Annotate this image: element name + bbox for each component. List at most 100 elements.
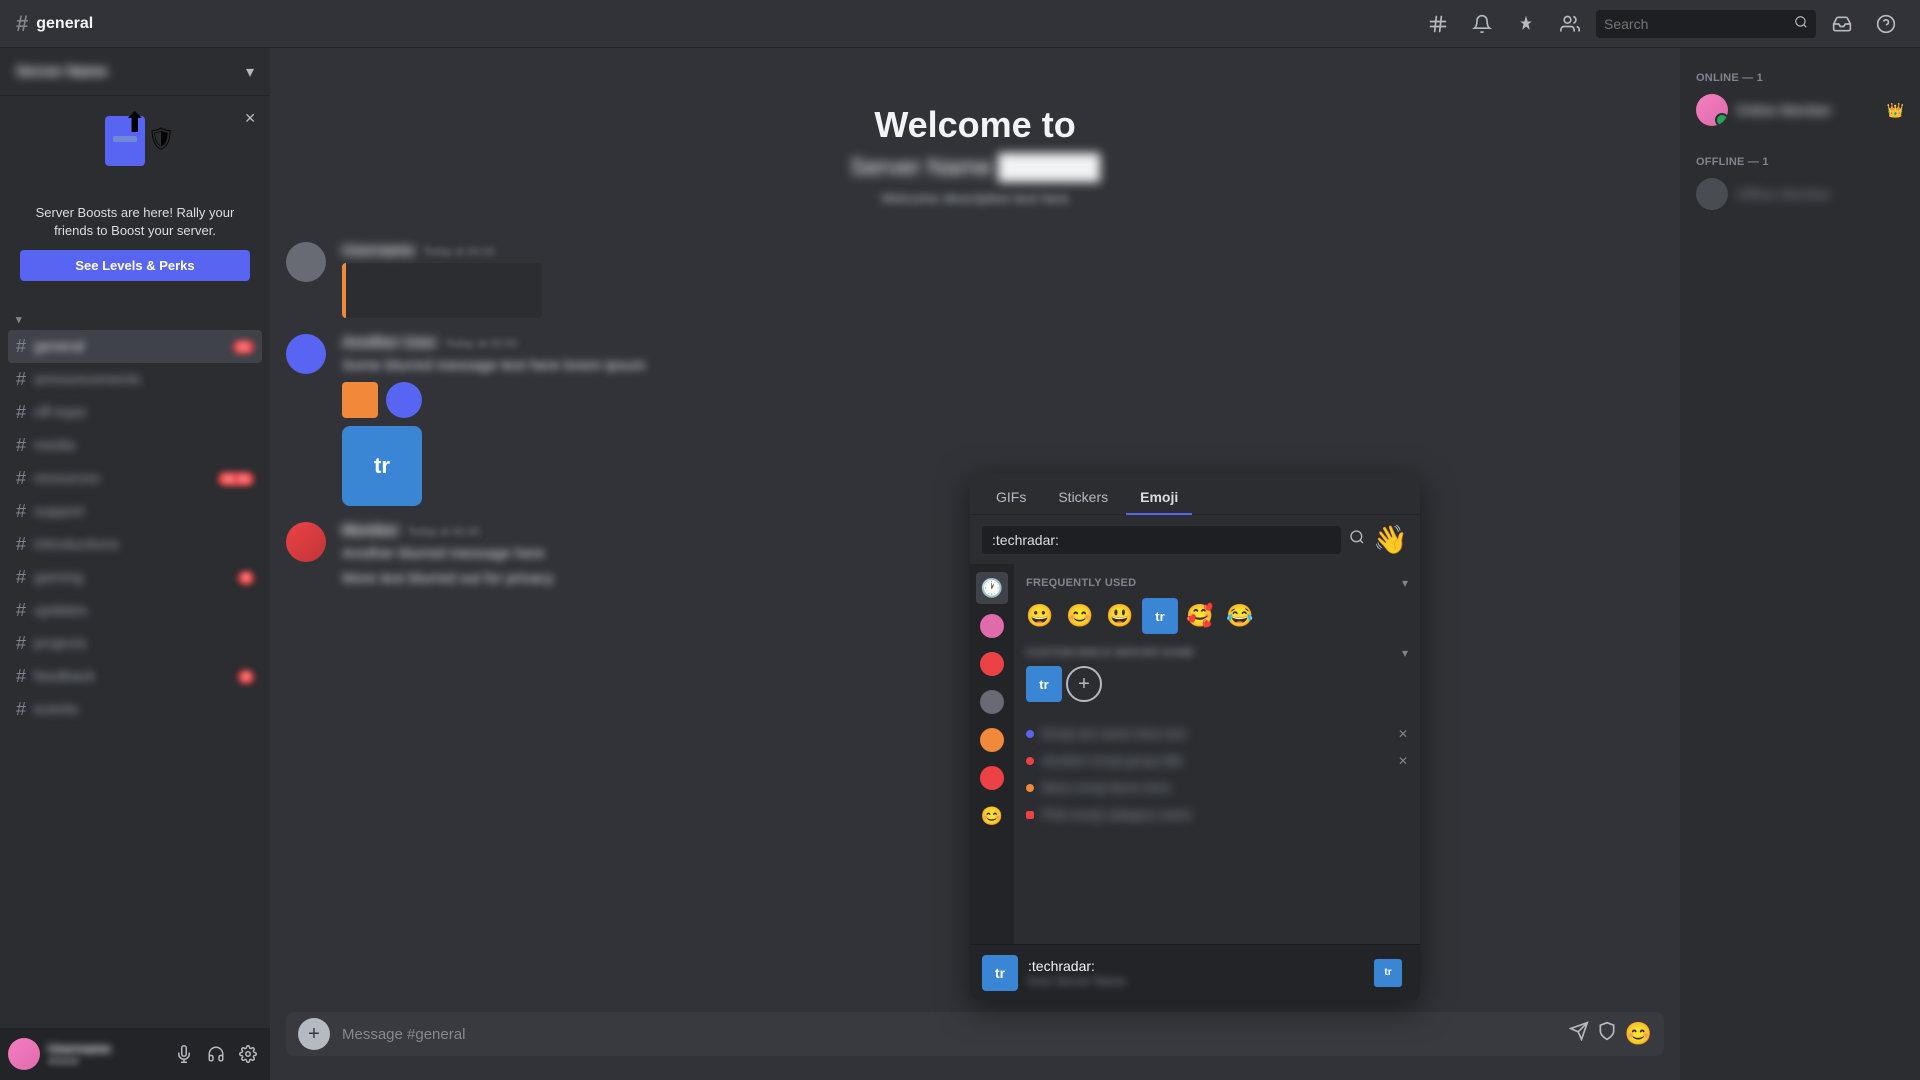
channel-item[interactable]: # updates [8,594,262,627]
channel-item-name: announcements [34,371,254,388]
boost-close-btn[interactable]: ✕ [244,110,256,127]
frequently-used-grid: 😀 😊 😃 tr 🥰 😂 [1022,598,1412,642]
right-sidebar: ONLINE — 1 Online Member 👑 OFFLINE — 1 O… [1680,48,1920,1080]
channel-item[interactable]: # introductions [8,528,262,561]
channel-header: # general [16,11,1420,37]
channel-hash-icon: # [16,435,26,456]
techradar-emoji-2[interactable]: tr [1026,666,1062,702]
message-header: Another User Today at 00:00 [342,334,1664,351]
channel-name: general [36,15,93,33]
message-avatar [286,242,326,282]
welcome-title: Welcome to [286,104,1664,146]
crown-icon: 👑 [1887,102,1904,119]
channel-item[interactable]: # events [8,693,262,726]
rocket-icon[interactable] [1569,1021,1589,1047]
emoji-cell[interactable]: 😂 [1222,598,1258,634]
server-header[interactable]: Server Name ▾ [0,48,270,96]
left-sidebar: Server Name ▾ ✕ ⬆ 🛡 Server Boosts are he… [0,48,270,1080]
emoji-sidebar-avatar-4[interactable] [976,724,1008,756]
channel-item-name: resources [34,470,210,487]
waving-hand-icon[interactable]: 👋 [1373,523,1408,556]
emoji-sidebar-avatar-5[interactable] [976,762,1008,794]
emoji-tab[interactable]: Emoji [1126,481,1192,515]
emoji-cell[interactable]: 😊 [1062,598,1098,634]
member-avatar [1696,94,1728,126]
search-input[interactable] [1604,16,1794,32]
shield-icon[interactable] [1597,1021,1617,1047]
channel-item[interactable]: # general 11 [8,330,262,363]
channel-item-name: introductions [34,536,254,553]
chat-input-box: + 😊 [286,1012,1664,1056]
channel-item[interactable]: # feedback 4 [8,660,262,693]
gifs-tab[interactable]: GIFs [982,481,1040,515]
channel-hash-icon: # [16,567,26,588]
inbox-icon-btn[interactable] [1824,6,1860,42]
custom-emoji-grid: tr + [1026,666,1408,710]
channel-item-name: off-topic [34,404,254,421]
message-input[interactable] [330,1026,1569,1043]
channel-item-name: feedback [34,668,230,685]
custom-chevron[interactable]: ▾ [1402,646,1408,660]
channel-badge: 11 [233,340,254,354]
channel-hash-icon: # [16,336,26,357]
channel-item[interactable]: # support [8,495,262,528]
channel-item[interactable]: # projects [8,627,262,660]
emoji-cell[interactable]: 😀 [1022,598,1058,634]
bell-icon-btn[interactable] [1464,6,1500,42]
message-emoji-reaction [386,382,422,418]
current-user-info: Username #0000 [48,1041,162,1068]
emoji-picker: GIFs Stickers Emoji 👋 [970,473,1420,1000]
member-item-online[interactable]: Online Member 👑 [1688,88,1912,132]
channel-item-name: gaming [34,569,230,586]
channel-badge: 4 [238,670,254,684]
emoji-search-row: 👋 [970,515,1420,564]
settings-btn[interactable] [234,1040,262,1068]
message-text: Some blurred message text here lorem ips… [342,355,1664,376]
emoji-clock-icon[interactable]: 🕐 [976,572,1008,604]
channel-item[interactable]: # media [8,429,262,462]
channel-hash-icon: # [16,699,26,720]
hashtag-icon-btn[interactable] [1420,6,1456,42]
channel-item[interactable]: # announcements [8,363,262,396]
emoji-sidebar-avatar-2[interactable] [976,648,1008,680]
message-emoji-reaction [342,382,378,418]
custom-emoji-section-1: Custom Emoji Server Name ▾ tr + [1022,642,1412,718]
member-name: Online Member [1736,102,1879,118]
emoji-preview: tr :techradar: from Server Name tr [970,944,1420,1000]
emoji-search-input[interactable] [982,526,1341,554]
attach-button[interactable]: + [298,1018,330,1050]
channel-hash-icon: # [16,11,28,37]
emoji-cell[interactable]: 😃 [1102,598,1138,634]
chat-input-area: + 😊 [270,1012,1680,1080]
help-icon-btn[interactable] [1868,6,1904,42]
members-icon-btn[interactable] [1552,6,1588,42]
member-item-offline[interactable]: Offline Member [1688,172,1912,216]
deafen-btn[interactable] [202,1040,230,1068]
add-emoji-btn[interactable]: + [1066,666,1102,702]
emoji-cell[interactable]: 🥰 [1182,598,1218,634]
boost-illustration: ⬆ 🛡 [20,116,250,196]
techradar-emoji[interactable]: tr [1142,598,1178,634]
channel-section-header[interactable]: ▾ [0,309,270,330]
emoji-sidebar-avatar-1[interactable] [976,610,1008,642]
emoji-sidebar: 🕐 😊 [970,564,1014,944]
emoji-sidebar-avatar-3[interactable] [976,686,1008,718]
current-user-status: #0000 [48,1056,162,1068]
channel-item[interactable]: # gaming 4 [8,561,262,594]
search-bar[interactable] [1596,10,1816,38]
emoji-icon[interactable]: 😊 [1625,1021,1652,1047]
boost-button[interactable]: See Levels & Perks [20,250,250,281]
frequently-used-chevron[interactable]: ▾ [1402,576,1408,590]
main-layout: Server Name ▾ ✕ ⬆ 🛡 Server Boosts are he… [0,48,1920,1080]
channel-item[interactable]: # off-topic [8,396,262,429]
preview-info: :techradar: from Server Name [1028,958,1358,988]
emoji-smileys-icon[interactable]: 😊 [976,800,1008,832]
pin-icon-btn[interactable] [1508,6,1544,42]
channel-item[interactable]: # resources 11 11 [8,462,262,495]
emoji-list-item: Another emoji group title ✕ [1022,749,1412,772]
mute-btn[interactable] [170,1040,198,1068]
stickers-tab[interactable]: Stickers [1044,481,1122,515]
message-content: Username Today at 00:00 [342,242,1664,318]
channel-list: # general 11 # announcements # off-topic… [0,330,270,726]
topbar-actions [1420,6,1904,42]
